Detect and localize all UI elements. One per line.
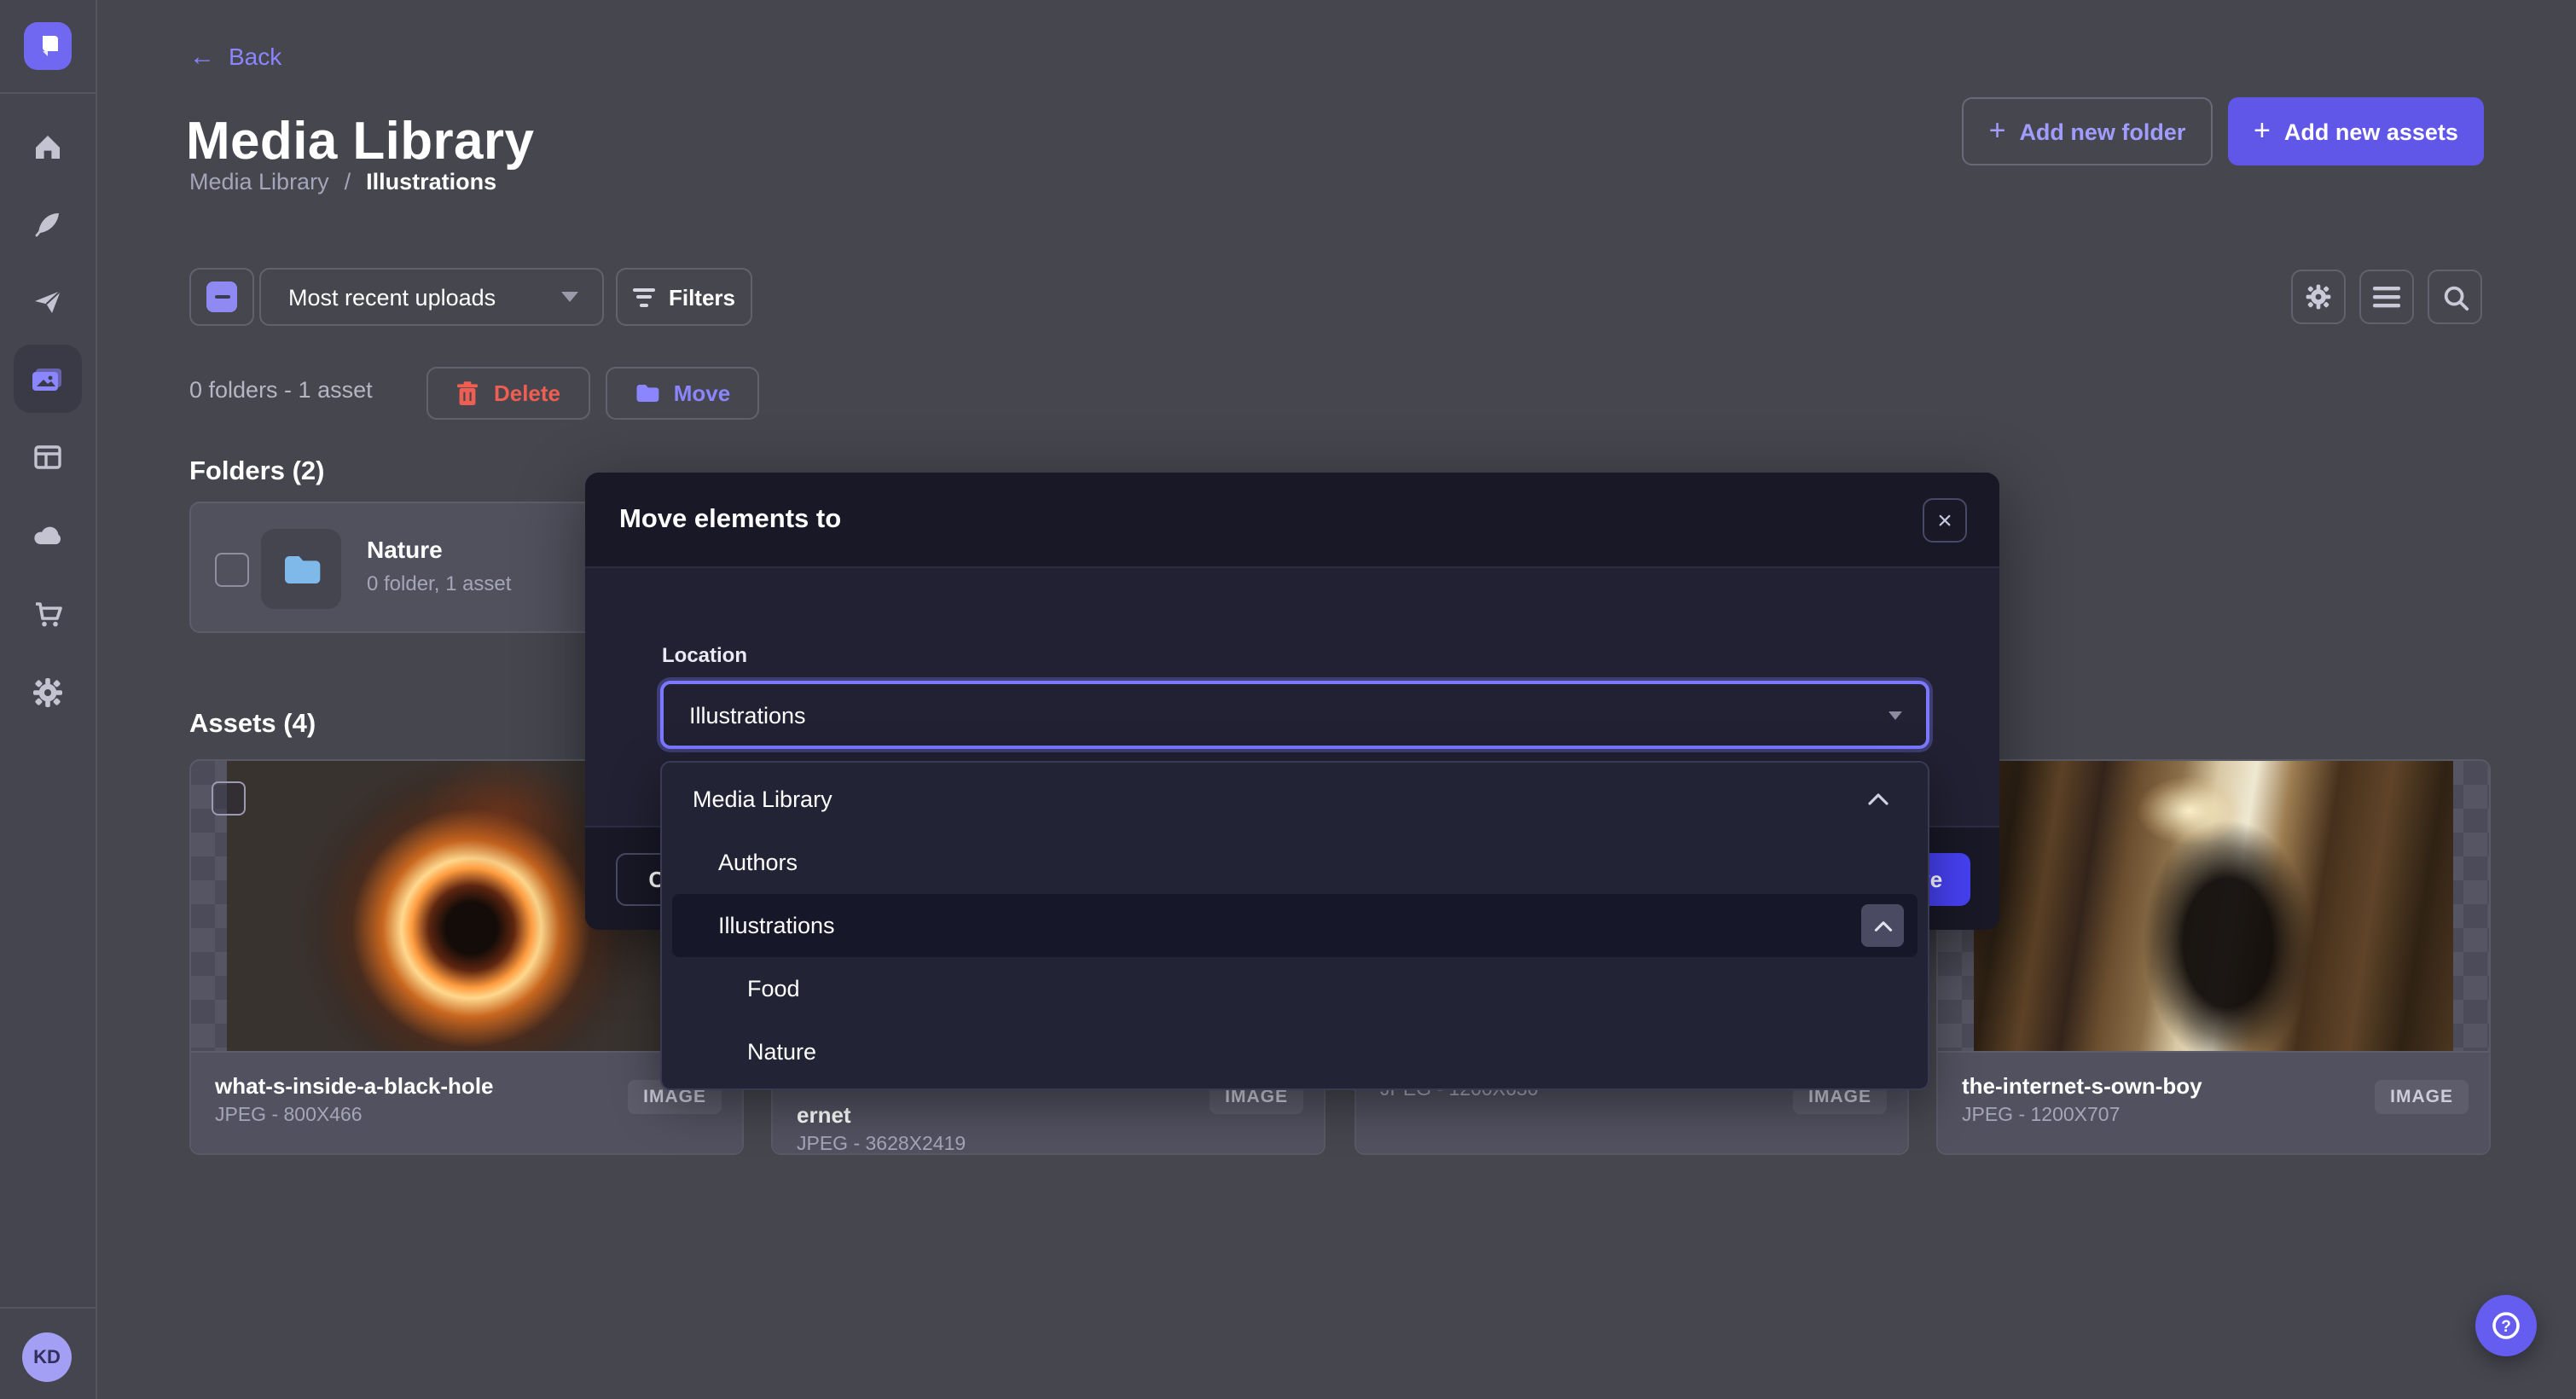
option-label: Media Library <box>693 787 833 812</box>
close-button[interactable]: × <box>1923 498 1967 543</box>
move-button[interactable]: Move <box>606 367 759 420</box>
chevron-down-icon <box>1888 711 1902 719</box>
delete-label: Delete <box>494 380 560 406</box>
breadcrumb-root[interactable]: Media Library <box>189 169 329 194</box>
breadcrumb: Media Library / Illustrations <box>189 169 496 194</box>
sidebar-divider <box>0 92 96 94</box>
filters-label: Filters <box>669 284 735 310</box>
asset-card-internets-own-boy[interactable]: the-internet-s-own-boy JPEG - 1200X707 I… <box>1936 759 2491 1155</box>
add-new-folder-button[interactable]: + Add new folder <box>1962 97 2213 165</box>
sort-value: Most recent uploads <box>288 284 496 310</box>
search-button[interactable] <box>2428 270 2482 324</box>
asset-checkbox[interactable] <box>212 781 246 816</box>
view-settings-button[interactable] <box>2291 270 2346 324</box>
assets-heading: Assets (4) <box>189 710 316 740</box>
dropdown-option-nature[interactable]: Nature <box>672 1020 1917 1083</box>
move-label: Move <box>674 380 730 406</box>
collapse-toggle-button[interactable] <box>1861 904 1904 947</box>
page-title: Media Library <box>186 111 534 172</box>
folder-icon <box>635 382 660 404</box>
chevron-up-icon <box>1872 919 1893 932</box>
folder-tile <box>261 529 341 609</box>
sidebar-divider <box>0 1307 96 1309</box>
folder-name: Nature <box>367 536 443 563</box>
back-link[interactable]: ← Back <box>189 43 281 70</box>
help-icon: ? <box>2489 1309 2523 1343</box>
location-select[interactable]: Illustrations <box>660 681 1929 749</box>
dropdown-option-illustrations[interactable]: Illustrations <box>672 894 1917 957</box>
dropdown-option-food[interactable]: Food <box>672 957 1917 1020</box>
sidebar-item-content-manager[interactable] <box>14 189 82 258</box>
sidebar-item-settings[interactable] <box>14 659 82 727</box>
sort-select[interactable]: Most recent uploads <box>259 268 604 326</box>
settings-icon <box>2303 282 2334 312</box>
add-folder-label: Add new folder <box>2019 119 2185 144</box>
sidebar-item-content-type-builder[interactable] <box>14 423 82 491</box>
media-library-icon <box>29 360 67 398</box>
location-label: Location <box>662 643 747 667</box>
add-assets-label: Add new assets <box>2284 119 2458 144</box>
indeterminate-checkbox-icon <box>206 282 237 312</box>
folder-checkbox[interactable] <box>215 553 249 587</box>
sidebar-item-marketplace[interactable] <box>14 580 82 648</box>
folder-icon <box>281 552 322 586</box>
sidebar-item-releases[interactable] <box>14 268 82 336</box>
svg-text:?: ? <box>2501 1318 2511 1336</box>
selection-summary: 0 folders - 1 asset <box>189 377 373 403</box>
back-arrow-icon: ← <box>189 44 215 69</box>
add-new-assets-button[interactable]: + Add new assets <box>2228 97 2484 165</box>
plus-icon: + <box>1989 115 2006 144</box>
layout-icon <box>31 440 65 474</box>
plus-icon: + <box>2254 115 2271 144</box>
trash-icon <box>456 380 480 406</box>
library-image <box>1974 761 2453 1054</box>
option-label: Authors <box>718 850 798 875</box>
user-avatar[interactable]: KD <box>22 1332 72 1382</box>
option-label: Nature <box>747 1039 816 1065</box>
feather-icon <box>31 206 65 241</box>
location-dropdown: Media Library Authors Illustrations Food… <box>660 761 1929 1090</box>
cart-icon <box>31 597 65 631</box>
search-icon <box>2440 282 2469 311</box>
dropdown-option-media-library[interactable]: Media Library <box>672 768 1917 831</box>
chevron-up-icon[interactable] <box>1866 792 1890 807</box>
chevron-down-icon <box>561 292 578 302</box>
sidebar: KD <box>0 0 97 1399</box>
asset-card-footer: the-internet-s-own-boy JPEG - 1200X707 I… <box>1938 1051 2489 1153</box>
strapi-logo[interactable] <box>24 22 72 70</box>
dropdown-option-authors[interactable]: Authors <box>672 831 1917 894</box>
sidebar-item-media-library[interactable] <box>14 345 82 413</box>
asset-meta: JPEG - 3628X2419 <box>797 1135 1300 1155</box>
close-icon: × <box>1937 508 1952 533</box>
home-icon <box>31 130 65 164</box>
asset-thumbnail <box>1938 761 2489 1054</box>
back-label: Back <box>229 43 281 70</box>
folders-heading: Folders (2) <box>189 457 324 488</box>
breadcrumb-separator: / <box>345 169 351 194</box>
breadcrumb-current: Illustrations <box>366 169 496 194</box>
cloud-icon <box>31 519 65 553</box>
gear-icon <box>31 676 65 710</box>
strapi-logo-icon <box>34 32 61 60</box>
dialog-header: Move elements to × <box>585 473 1999 568</box>
sidebar-item-home[interactable] <box>14 113 82 181</box>
option-label: Food <box>747 976 800 1001</box>
filter-icon <box>633 287 655 306</box>
asset-type-badge: IMAGE <box>2375 1080 2469 1114</box>
folder-meta: 0 folder, 1 asset <box>367 572 511 595</box>
app-root: KD ← Back Media Library Media Library / … <box>0 0 2576 1399</box>
filters-button[interactable]: Filters <box>616 268 752 326</box>
help-button[interactable]: ? <box>2475 1295 2537 1356</box>
list-view-button[interactable] <box>2359 270 2414 324</box>
send-icon <box>31 285 65 319</box>
location-value: Illustrations <box>689 702 806 728</box>
delete-button[interactable]: Delete <box>426 367 590 420</box>
select-all-checkbox[interactable] <box>189 268 254 326</box>
option-label: Illustrations <box>718 913 835 938</box>
dialog-title: Move elements to <box>619 505 841 536</box>
sidebar-item-deploy[interactable] <box>14 502 82 570</box>
list-icon <box>2373 285 2400 309</box>
